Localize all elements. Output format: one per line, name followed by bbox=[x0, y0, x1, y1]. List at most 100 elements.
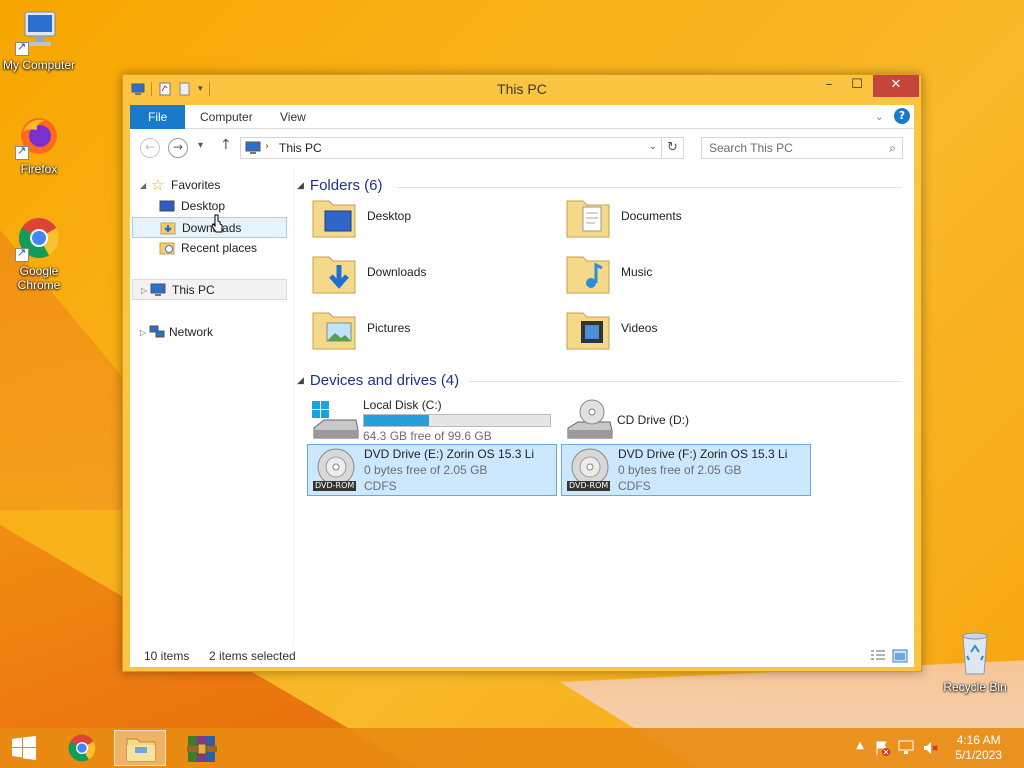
divider bbox=[469, 381, 902, 382]
shortcut-arrow-icon bbox=[15, 40, 29, 56]
tab-computer[interactable]: Computer bbox=[188, 105, 265, 129]
close-button[interactable]: ✕ bbox=[873, 75, 919, 97]
nav-this-pc-label: This PC bbox=[172, 283, 215, 297]
taskbar: ▲ 4:16 AM 5/1/2023 bbox=[0, 728, 1024, 768]
drive-local-disk-c[interactable]: Local Disk (C:) 64.3 GB free of 99.6 GB bbox=[307, 396, 557, 448]
desktop-icon-firefox[interactable]: Firefox bbox=[0, 112, 78, 176]
taskbar-file-explorer[interactable] bbox=[114, 730, 166, 766]
refresh-button[interactable]: ↻ bbox=[661, 138, 683, 158]
search-placeholder: Search This PC bbox=[709, 141, 793, 155]
firefox-icon bbox=[15, 112, 63, 160]
folder-label: Music bbox=[621, 265, 653, 279]
title-bar[interactable]: ▾ This PC – ☐ ✕ bbox=[123, 75, 921, 105]
status-bar: 10 items 2 items selected bbox=[130, 645, 914, 667]
navigation-pane: ◢ ☆ Favorites Desktop Downloads Recent p… bbox=[130, 167, 294, 645]
start-button[interactable] bbox=[0, 728, 48, 768]
desktop-icon-google-chrome[interactable]: Google Chrome bbox=[0, 214, 78, 292]
minimize-button[interactable]: – bbox=[815, 75, 843, 97]
tab-file[interactable]: File bbox=[130, 105, 186, 129]
dvd-drive-icon: DVD-ROM bbox=[565, 447, 615, 493]
chrome-icon bbox=[15, 214, 63, 262]
collapse-icon[interactable]: ◢ bbox=[297, 180, 304, 190]
drives-group-label: Devices and drives (4) bbox=[309, 372, 460, 389]
desktop-icon bbox=[159, 200, 175, 212]
expand-arrow-icon[interactable]: ◢ bbox=[140, 175, 150, 196]
nav-network-label: Network bbox=[169, 325, 214, 339]
nav-network[interactable]: ▷ Network bbox=[140, 322, 290, 343]
selection-count: 2 items selected bbox=[209, 649, 296, 663]
help-icon[interactable]: ? bbox=[894, 108, 910, 124]
clock-time: 4:16 AM bbox=[956, 733, 1001, 747]
drive-label: DVD Drive (F:) Zorin OS 15.3 Li bbox=[618, 447, 788, 461]
recycle-bin-icon bbox=[951, 630, 999, 678]
desktop-icon-label: Firefox bbox=[20, 162, 58, 176]
folder-desktop[interactable]: Desktop bbox=[311, 193, 561, 245]
computer-icon bbox=[15, 8, 63, 56]
winrar-icon bbox=[187, 736, 217, 762]
collapse-icon[interactable]: ◢ bbox=[297, 375, 304, 385]
folder-videos[interactable]: Videos bbox=[565, 305, 815, 357]
search-icon: ⌕ bbox=[889, 141, 896, 155]
divider bbox=[397, 187, 902, 188]
folder-label: Videos bbox=[621, 321, 658, 335]
desktop-icon-recycle-bin[interactable]: Recycle Bin bbox=[936, 630, 1014, 694]
tab-view[interactable]: View bbox=[268, 105, 318, 129]
drive-dvd-f[interactable]: DVD-ROM DVD Drive (F:) Zorin OS 15.3 Li … bbox=[561, 444, 811, 496]
dvd-rom-tag: DVD-ROM bbox=[567, 481, 611, 491]
drive-usage-bar bbox=[363, 414, 551, 427]
details-view-icon[interactable] bbox=[870, 649, 886, 663]
network-status-icon[interactable] bbox=[898, 740, 914, 756]
hard-drive-icon bbox=[312, 401, 359, 439]
clock[interactable]: 4:16 AM 5/1/2023 bbox=[955, 733, 1002, 763]
drive-free-space: 64.3 GB free of 99.6 GB bbox=[363, 429, 492, 443]
this-pc-icon bbox=[150, 283, 166, 296]
expand-ribbon-icon[interactable]: ⌄ bbox=[875, 110, 884, 123]
taskbar-winrar[interactable] bbox=[176, 730, 228, 766]
drives-group-header[interactable]: ◢ Devices and drives (4) bbox=[297, 372, 459, 392]
drive-filesystem: CDFS bbox=[618, 479, 651, 493]
desktop-icon-my-computer[interactable]: My Computer bbox=[0, 8, 78, 72]
taskbar-chrome[interactable] bbox=[56, 730, 108, 766]
videos-folder-icon bbox=[566, 312, 610, 350]
large-icons-view-icon[interactable] bbox=[892, 649, 908, 663]
maximize-button[interactable]: ☐ bbox=[843, 75, 871, 97]
folder-label: Downloads bbox=[367, 265, 427, 279]
dvd-rom-tag: DVD-ROM bbox=[313, 481, 357, 491]
folders-group-label: Folders (6) bbox=[309, 177, 383, 194]
show-hidden-icons-icon[interactable]: ▲ bbox=[856, 740, 864, 751]
drive-label: CD Drive (D:) bbox=[617, 413, 689, 427]
dvd-drive-icon: DVD-ROM bbox=[311, 447, 361, 493]
star-icon: ☆ bbox=[151, 177, 165, 194]
desktop-folder-icon bbox=[312, 200, 356, 238]
shortcut-arrow-icon bbox=[15, 246, 29, 262]
drive-free-space: 0 bytes free of 2.05 GB bbox=[364, 463, 488, 477]
chevron-right-icon: › bbox=[265, 141, 269, 152]
recent-places-icon bbox=[159, 242, 175, 255]
nav-item-label: Recent places bbox=[181, 241, 258, 255]
address-bar[interactable]: › This PC ⌄ ↻ bbox=[240, 137, 684, 159]
nav-item-recent-places[interactable]: Recent places bbox=[150, 238, 290, 259]
action-center-flag-icon[interactable] bbox=[874, 740, 890, 756]
nav-this-pc[interactable]: ▷ This PC bbox=[132, 279, 287, 300]
downloads-folder-icon bbox=[312, 256, 356, 294]
nav-favorites[interactable]: ◢ ☆ Favorites bbox=[140, 175, 290, 196]
downloads-folder-icon bbox=[160, 222, 176, 235]
folder-pictures[interactable]: Pictures bbox=[311, 305, 561, 357]
volume-muted-icon[interactable] bbox=[922, 740, 938, 756]
drive-dvd-e[interactable]: DVD-ROM DVD Drive (E:) Zorin OS 15.3 Li … bbox=[307, 444, 557, 496]
drive-cd-d[interactable]: CD Drive (D:) bbox=[561, 396, 811, 448]
address-dropdown-icon[interactable]: ⌄ bbox=[649, 141, 657, 152]
folder-documents[interactable]: Documents bbox=[565, 193, 815, 245]
recent-locations-icon[interactable]: ▾ bbox=[198, 140, 203, 151]
folder-music[interactable]: Music bbox=[565, 249, 815, 301]
back-button[interactable]: ← bbox=[140, 138, 160, 158]
forward-button[interactable]: → bbox=[168, 138, 188, 158]
main-pane: ◢ Folders (6) Desktop Documents Downloads… bbox=[297, 167, 914, 645]
content-area: ◢ ☆ Favorites Desktop Downloads Recent p… bbox=[130, 167, 914, 645]
file-explorer-icon bbox=[126, 738, 156, 762]
search-box[interactable]: Search This PC ⌕ bbox=[701, 137, 903, 159]
desktop-icon-label: My Computer bbox=[2, 58, 76, 72]
up-button[interactable]: ↑ bbox=[220, 137, 232, 153]
folder-downloads[interactable]: Downloads bbox=[311, 249, 561, 301]
chrome-icon bbox=[68, 734, 96, 762]
